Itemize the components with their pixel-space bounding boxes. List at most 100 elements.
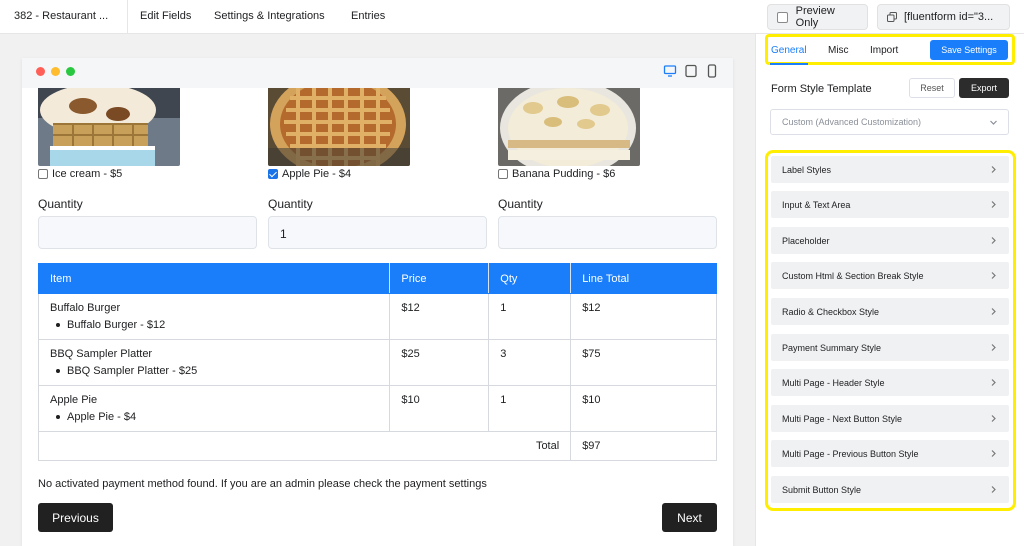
column-header: Qty (488, 263, 572, 294)
line-total-cell: $75 (570, 339, 717, 386)
total-value: $97 (570, 431, 717, 461)
template-select-value: Custom (Advanced Customization) (782, 117, 922, 127)
product-label: Banana Pudding - $6 (512, 168, 616, 180)
chevron-down-icon (990, 120, 997, 125)
product-option[interactable]: Apple Pie - $4 (268, 168, 351, 180)
section-title: Multi Page - Previous Button Style (782, 448, 919, 459)
form-title[interactable]: 382 - Restaurant ... (14, 10, 108, 22)
line-total-cell: $12 (570, 293, 717, 340)
chevron-right-icon (991, 344, 996, 351)
section-input-text-area[interactable]: Input & Text Area (771, 191, 1009, 218)
quantity-input[interactable] (498, 216, 717, 249)
item-detail-text: Buffalo Burger - $12 (67, 319, 166, 331)
chevron-right-icon (991, 237, 996, 244)
payment-summary-table: Item Price Qty Line Total Buffalo Burger… (37, 263, 717, 461)
section-label-styles[interactable]: Label Styles (771, 156, 1009, 183)
checked-checkbox-icon[interactable] (268, 169, 278, 179)
item-detail-text: BBQ Sampler Platter - $25 (67, 365, 198, 377)
section-title: Label Styles (782, 164, 832, 175)
item-cell: BBQ Sampler Platter BBQ Sampler Platter … (37, 339, 391, 386)
quantity-label: Quantity (268, 197, 313, 211)
chevron-right-icon (991, 486, 996, 493)
item-name: Apple Pie (50, 394, 98, 406)
qty-cell: 1 (488, 293, 572, 340)
product-label: Apple Pie - $4 (282, 168, 352, 180)
qty-cell: 3 (488, 339, 572, 386)
chevron-right-icon (991, 308, 996, 315)
column-header: Price (389, 263, 490, 294)
quantity-input[interactable]: 1 (268, 216, 487, 249)
price-cell: $12 (389, 293, 490, 340)
shortcode-copy-button[interactable]: [fluentform id="3... (877, 4, 1010, 30)
chevron-right-icon (991, 415, 996, 422)
product-option[interactable]: Banana Pudding - $6 (498, 168, 615, 180)
section-multipage-next-button[interactable]: Multi Page - Next Button Style (771, 405, 1009, 432)
section-title: Multi Page - Header Style (782, 377, 885, 388)
shortcode-text: [fluentform id="3... (904, 11, 994, 23)
desktop-icon[interactable] (663, 64, 677, 78)
section-placeholder[interactable]: Placeholder (771, 227, 1009, 254)
tablet-icon[interactable] (684, 64, 698, 78)
product-banana-pudding[interactable]: Banana Pudding - $6 (498, 88, 640, 180)
item-name: Buffalo Burger (50, 302, 121, 314)
window-close-dot (36, 67, 45, 76)
item-detail-text: Apple Pie - $4 (67, 411, 137, 423)
mobile-icon[interactable] (705, 64, 719, 78)
line-total-cell: $10 (570, 385, 717, 432)
payment-notice: No activated payment method found. If yo… (38, 478, 487, 490)
section-multipage-header[interactable]: Multi Page - Header Style (771, 369, 1009, 396)
section-payment-summary[interactable]: Payment Summary Style (771, 334, 1009, 361)
table-header-row: Item Price Qty Line Total (37, 263, 717, 294)
section-title: Multi Page - Next Button Style (782, 413, 903, 424)
form-preview-canvas: Ice cream - $5 Apple Pie - $4 Banana Pud… (22, 58, 733, 546)
quantity-label: Quantity (38, 197, 83, 211)
save-settings-button[interactable]: Save Settings (930, 40, 1008, 60)
checkbox-icon[interactable] (777, 11, 788, 23)
top-bar: 382 - Restaurant ... Edit Fields Setting… (0, 0, 1024, 34)
previous-button[interactable]: Previous (38, 503, 113, 532)
tab-general[interactable]: General (771, 45, 807, 56)
section-submit-button[interactable]: Submit Button Style (771, 476, 1009, 503)
column-header: Item (37, 263, 391, 294)
preview-only-label: Preview Only (795, 5, 835, 29)
section-radio-checkbox[interactable]: Radio & Checkbox Style (771, 298, 1009, 325)
item-name: BBQ Sampler Platter (50, 348, 153, 360)
item-detail: BBQ Sampler Platter - $25 (50, 365, 378, 377)
qty-cell: 1 (488, 385, 572, 432)
bullet-icon (56, 415, 60, 419)
table-row: BBQ Sampler Platter BBQ Sampler Platter … (37, 339, 717, 386)
item-cell: Buffalo Burger Buffalo Burger - $12 (37, 293, 391, 340)
nav-edit-fields[interactable]: Edit Fields (140, 10, 191, 22)
nav-settings-integrations[interactable]: Settings & Integrations (214, 10, 325, 22)
copy-icon (887, 12, 897, 22)
total-label: Total (37, 431, 572, 461)
tab-misc[interactable]: Misc (828, 45, 849, 56)
preview-only-toggle[interactable]: Preview Only (767, 4, 868, 30)
export-button[interactable]: Export (959, 78, 1009, 98)
nav-entries[interactable]: Entries (351, 10, 385, 22)
column-header: Line Total (570, 263, 717, 294)
chevron-right-icon (991, 201, 996, 208)
section-custom-html[interactable]: Custom Html & Section Break Style (771, 262, 1009, 289)
section-title: Custom Html & Section Break Style (782, 270, 924, 281)
product-ice-cream[interactable]: Ice cream - $5 (38, 88, 180, 180)
section-multipage-previous-button[interactable]: Multi Page - Previous Button Style (771, 440, 1009, 467)
banana-pudding-image (498, 88, 640, 166)
item-detail: Buffalo Burger - $12 (50, 319, 378, 331)
window-maximize-dot (66, 67, 75, 76)
tab-import[interactable]: Import (870, 45, 898, 56)
quantity-label: Quantity (498, 197, 543, 211)
table-row: Apple Pie Apple Pie - $4 $10 1 $10 (37, 385, 717, 432)
template-select[interactable]: Custom (Advanced Customization) (770, 109, 1009, 135)
item-cell: Apple Pie Apple Pie - $4 (37, 385, 391, 432)
product-label: Ice cream - $5 (52, 168, 123, 180)
product-apple-pie[interactable]: Apple Pie - $4 (268, 88, 410, 180)
quantity-input[interactable] (38, 216, 257, 249)
reset-button[interactable]: Reset (909, 78, 955, 98)
window-minimize-dot (51, 67, 60, 76)
bullet-icon (56, 323, 60, 327)
product-option[interactable]: Ice cream - $5 (38, 168, 122, 180)
next-button[interactable]: Next (662, 503, 717, 532)
checkbox-icon[interactable] (38, 169, 48, 179)
checkbox-icon[interactable] (498, 169, 508, 179)
